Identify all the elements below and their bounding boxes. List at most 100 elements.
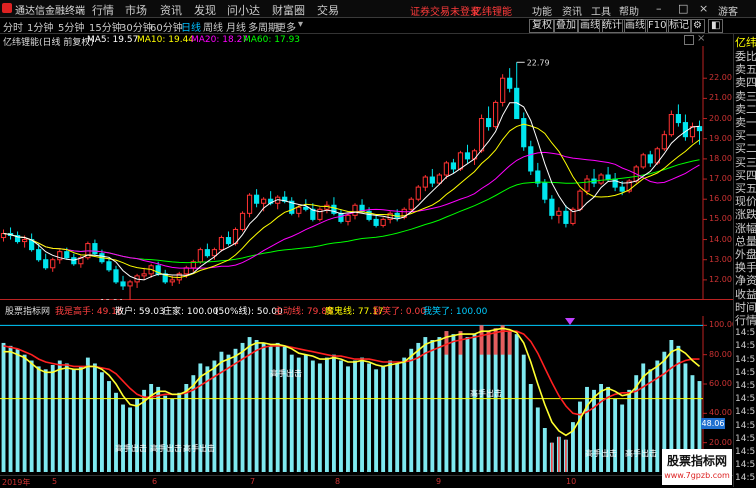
indicator-bar: [219, 351, 224, 472]
indicator-bar: [107, 381, 111, 472]
candle-body: [36, 249, 42, 261]
chart-options-icon[interactable]: [684, 35, 694, 45]
candle-body: [647, 154, 653, 164]
top-signal-bar: [479, 325, 484, 355]
candle-body: [408, 198, 414, 210]
candle-body: [92, 243, 98, 255]
indicator-bar: [92, 363, 97, 472]
sidebar-row: 14:5: [735, 447, 756, 457]
indicator-bar: [177, 392, 182, 472]
tab-multi-period[interactable]: 多周期: [248, 19, 278, 34]
signal-text: 高手出击: [183, 443, 215, 453]
indicator-bar: [521, 354, 526, 472]
menu-item-wenxiaoda[interactable]: 问小达: [227, 2, 260, 18]
mark-button[interactable]: 标记: [666, 19, 692, 33]
candlestick-chart[interactable]: 22.79 10.94: [0, 46, 733, 300]
sidebar-row: 涨跌: [735, 208, 756, 222]
candle-body: [345, 214, 351, 222]
menu-item-shichang[interactable]: 市场: [125, 2, 147, 18]
menu-item-gongneng[interactable]: 功能: [532, 3, 552, 18]
tab-daily[interactable]: 日线: [181, 19, 201, 34]
ma5-label: MA5: 19.57: [87, 35, 139, 45]
tab-weekly[interactable]: 周线: [203, 19, 223, 34]
top-signal-bar: [500, 325, 505, 355]
ma20-label: MA20: 18.27: [191, 35, 249, 45]
trade-login-notice[interactable]: 证券交易未登录: [410, 3, 480, 18]
sidebar-row: 行情: [735, 314, 756, 327]
candle-body: [563, 210, 569, 224]
indicator-bar: [317, 363, 322, 472]
menu-item-gongju[interactable]: 工具: [591, 3, 611, 18]
user-label[interactable]: 游客: [718, 3, 738, 18]
indicator-bar: [324, 357, 329, 472]
indicator-chart[interactable]: 高手出击 高手出击 高手出击高手出击 高手出击高手出击高手出击: [0, 316, 733, 474]
sidebar-row: 卖五: [735, 63, 756, 77]
panel-toggle-icon[interactable]: ◧: [708, 19, 724, 33]
tab-60min[interactable]: 60分钟: [150, 19, 183, 34]
sidebar-row: 14:5: [735, 433, 756, 444]
menu-item-hangqing[interactable]: 行情: [92, 2, 114, 18]
indicator-bar: [22, 354, 27, 472]
tab-1min[interactable]: 1分钟: [27, 19, 53, 34]
candle-body: [485, 118, 492, 128]
candle-body: [373, 218, 379, 226]
close-icon[interactable]: ×: [699, 2, 708, 15]
restore-rights-button[interactable]: 复权: [529, 19, 555, 33]
candle-body: [619, 186, 625, 192]
tab-more[interactable]: 更多: [276, 19, 296, 34]
candle-body: [478, 118, 485, 152]
indicator-bar: [402, 357, 407, 472]
indicator-bar: [620, 404, 625, 472]
tab-30min[interactable]: 30分钟: [120, 19, 153, 34]
sidebar-row: 14:5: [735, 460, 756, 471]
overlay-button[interactable]: 叠加: [553, 19, 579, 33]
menu-item-jiaoyi[interactable]: 交易: [317, 2, 339, 18]
candle-body: [528, 146, 534, 172]
tab-monthly[interactable]: 月线: [226, 19, 246, 34]
high-price-label: 22.79: [527, 58, 550, 67]
candle-body: [429, 176, 435, 184]
sidebar-row: 14:5: [735, 473, 756, 484]
indicator-bar: [613, 398, 618, 472]
settings-gear-icon[interactable]: ⚙: [690, 19, 705, 33]
menu-bar: 通达信金融终端 行情 市场 资讯 发现 问小达 财富圈 交易 证券交易未登录 亿…: [0, 0, 756, 18]
price-tick-label: 12.00: [709, 274, 732, 284]
indicator-bar: [254, 340, 259, 472]
date-tick-label: 5: [52, 477, 58, 486]
indicator-bar: [437, 337, 442, 472]
menu-item-bangzhu[interactable]: 帮助: [619, 3, 639, 18]
signal-text: 高手出击: [115, 443, 147, 453]
sidebar-row: 时间: [735, 300, 756, 314]
menu-item-zixun[interactable]: 资讯: [160, 2, 182, 18]
candle-body: [443, 162, 450, 176]
indicator-bar: [310, 360, 315, 472]
chart-close-icon[interactable]: ×: [697, 33, 705, 44]
indicator-bar: [170, 398, 175, 472]
tab-fenshi[interactable]: 分时: [3, 19, 23, 34]
sidebar-row: 14:5: [735, 367, 756, 378]
candle-body: [21, 239, 28, 243]
indicator-bar: [184, 384, 189, 472]
indicator-bar: [367, 363, 372, 472]
maximize-icon[interactable]: □: [678, 2, 688, 15]
indicator-bar: [247, 337, 252, 472]
sidebar-row: 买一: [735, 129, 756, 143]
menu-item-right-zixun[interactable]: 资讯: [562, 3, 582, 18]
tab-15min[interactable]: 15分钟: [89, 19, 122, 34]
menu-item-caifuquan[interactable]: 财富圈: [272, 2, 305, 18]
indicator-bar: [535, 407, 540, 472]
date-tick-label: 8: [335, 477, 341, 486]
watermark: 股票指标网 www.7gpzb.com: [662, 449, 732, 485]
minimize-icon[interactable]: –: [656, 2, 662, 15]
candle-body: [556, 210, 562, 216]
sidebar-row: 涨幅: [735, 221, 756, 235]
candle-body: [338, 212, 344, 222]
sidebar-title: 亿纬: [735, 36, 756, 49]
menu-item-faxian[interactable]: 发现: [194, 2, 216, 18]
more-chevron-icon[interactable]: ▾: [298, 19, 303, 30]
date-tick-label: 6: [152, 477, 158, 486]
indicator-bar: [282, 345, 287, 472]
tab-5min[interactable]: 5分钟: [58, 19, 84, 34]
candle-body: [218, 237, 225, 251]
candle-body: [493, 101, 499, 128]
